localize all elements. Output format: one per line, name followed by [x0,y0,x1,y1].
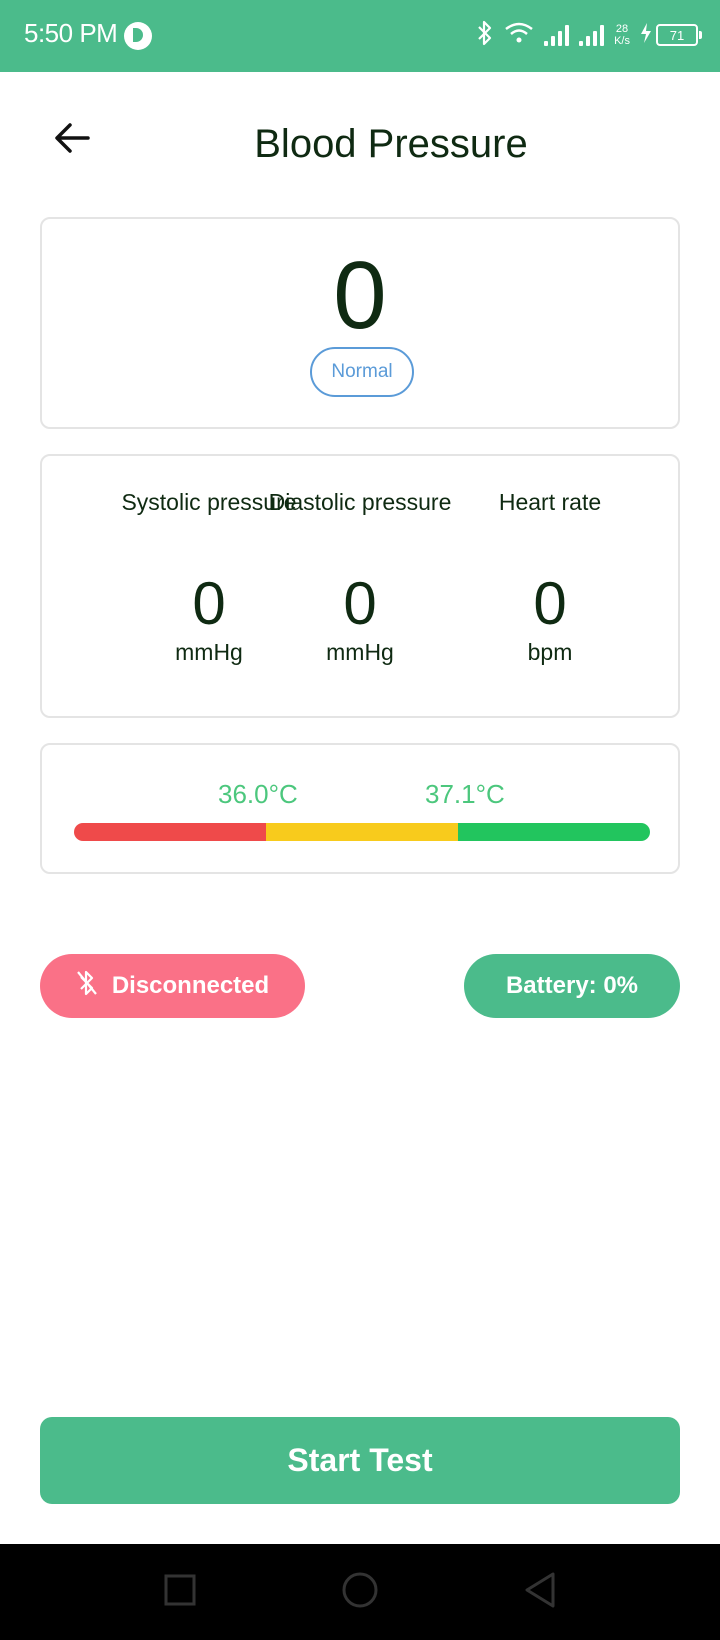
range-segment-mid [265,823,458,841]
page-title: Blood Pressure [254,122,528,166]
connection-status-button[interactable]: Disconnected [40,954,305,1018]
bluetooth-off-icon [76,970,98,1003]
status-indicators: 28 K/s 71 [476,18,702,52]
square-icon [163,1573,197,1612]
circle-icon [341,1571,379,1614]
range-low-label: 36.0°C [218,779,298,809]
home-button[interactable] [336,1568,384,1616]
reading-value: 0 [333,242,387,349]
battery-indicator: 71 [640,22,702,48]
battery-level: 71 [656,24,702,46]
signal-strength-icon-2 [579,24,605,46]
triangle-back-icon [523,1571,557,1614]
reading-card: 0 Normal [40,217,680,429]
metrics-card: Systolic pressure 0 mmHg Diastolic press… [40,454,680,718]
status-bar: 5:50 PM 28 K/s 71 [0,0,720,72]
connection-status-label: Disconnected [111,972,270,999]
metric-diastolic: Diastolic pressure 0 mmHg [265,488,455,666]
network-speed-value: 28 [615,23,629,35]
metric-unit: mmHg [326,639,394,665]
metric-heart-rate: Heart rate 0 bpm [455,488,645,666]
metric-value: 0 [533,570,567,637]
recents-button[interactable] [156,1568,204,1616]
signal-strength-icon [544,24,570,46]
navigation-bar [0,1544,720,1640]
range-segment-low [74,823,266,841]
bluetooth-icon [476,20,494,51]
status-time: 5:50 PM [24,18,118,48]
metric-label: Heart rate [498,489,602,515]
metric-label: Diastolic pressure [268,489,452,515]
charging-icon [640,22,652,48]
wifi-icon [504,21,534,50]
network-speed: 28 K/s [614,23,630,47]
metric-unit: bpm [527,639,573,665]
battery-status-label: Battery: 0% [505,972,639,999]
range-segment-high [457,823,650,841]
app-header: Blood Pressure [0,72,720,218]
app-notification-icon [124,22,152,50]
back-nav-button[interactable] [516,1568,564,1616]
network-speed-unit: K/s [614,35,630,47]
battery-status-button[interactable]: Battery: 0% [464,954,680,1018]
metric-value: 0 [343,570,377,637]
range-card: 36.0°C 37.1°C [40,743,680,874]
status-badge: Normal [310,347,414,397]
start-test-button[interactable]: Start Test [40,1417,680,1504]
range-bar [74,823,650,841]
range-high-label: 37.1°C [425,779,505,809]
